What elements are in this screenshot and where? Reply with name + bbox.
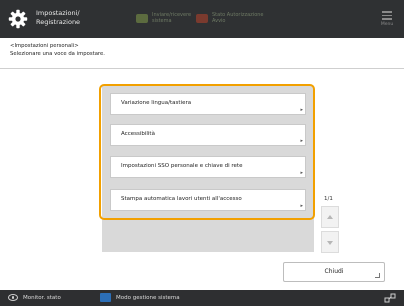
bottom-bar: Monitor. stato Modo gestione sistema — [0, 290, 404, 306]
scroll-up-button[interactable] — [321, 206, 339, 228]
menu-label: Menu — [380, 21, 394, 27]
menu-icon — [382, 11, 392, 13]
list-item-label: Impostazioni SSO personale e chiave di r… — [121, 163, 243, 169]
chevron-right-icon: ▸ — [300, 203, 303, 209]
list-item[interactable]: Impostazioni SSO personale e chiave di r… — [110, 156, 306, 178]
system-mode-label: Modo gestione sistema — [116, 295, 180, 301]
auth-status-icon — [196, 13, 208, 23]
list-item-label: Variazione lingua/tastiera — [121, 100, 192, 106]
page-indicator: 1/1 — [324, 196, 333, 202]
system-mode-button[interactable]: Modo gestione sistema — [100, 293, 180, 303]
screen-title-line1: Impostazioni/ — [36, 9, 80, 17]
chevron-right-icon: ▸ — [300, 107, 303, 113]
list-item[interactable]: Variazione lingua/tastiera ▸ — [110, 93, 306, 115]
header-divider — [0, 68, 404, 69]
status-indicator-2: Stato Autorizzazione Avvio — [196, 12, 264, 24]
status-indicator-1-line2: sistema — [152, 18, 172, 24]
system-mode-icon — [100, 293, 111, 302]
screen-title: Impostazioni/ Registrazione — [36, 9, 80, 27]
gear-icon — [8, 9, 28, 29]
list-item[interactable]: Stampa automatica lavori utenti all'acce… — [110, 189, 306, 211]
top-bar: Impostazioni/ Registrazione Inviare/rice… — [0, 0, 404, 38]
network-icon[interactable] — [384, 293, 396, 303]
list-item-label: Stampa automatica lavori utenti all'acce… — [121, 196, 242, 202]
close-button-label: Chiudi — [324, 268, 344, 275]
status-indicator-1: Inviare/ricevere sistema — [136, 12, 191, 24]
header: <Impostazioni personali> Selezionare una… — [10, 42, 105, 58]
chevron-right-icon: ▸ — [300, 170, 303, 176]
menu-button[interactable]: Menu — [380, 9, 394, 29]
screen-title-line2: Registrazione — [36, 18, 81, 26]
eye-icon — [8, 294, 18, 301]
breadcrumb: <Impostazioni personali> — [10, 43, 79, 49]
chevron-right-icon: ▸ — [300, 138, 303, 144]
instruction-text: Selezionare una voce da impostare. — [10, 51, 105, 57]
settings-screen: Impostazioni/ Registrazione Inviare/rice… — [0, 0, 404, 306]
status-indicator-2-line2: Avvio — [212, 18, 226, 24]
list-item[interactable]: Accessibilità ▸ — [110, 124, 306, 146]
scroll-down-button[interactable] — [321, 231, 339, 253]
status-monitor-label: Monitor. stato — [23, 295, 61, 301]
status-monitor-button[interactable]: Monitor. stato — [8, 293, 61, 303]
list-item-label: Accessibilità — [121, 131, 155, 137]
close-button[interactable]: Chiudi — [283, 262, 385, 282]
send-receive-icon — [136, 13, 148, 23]
corner-mark-icon — [375, 273, 380, 278]
